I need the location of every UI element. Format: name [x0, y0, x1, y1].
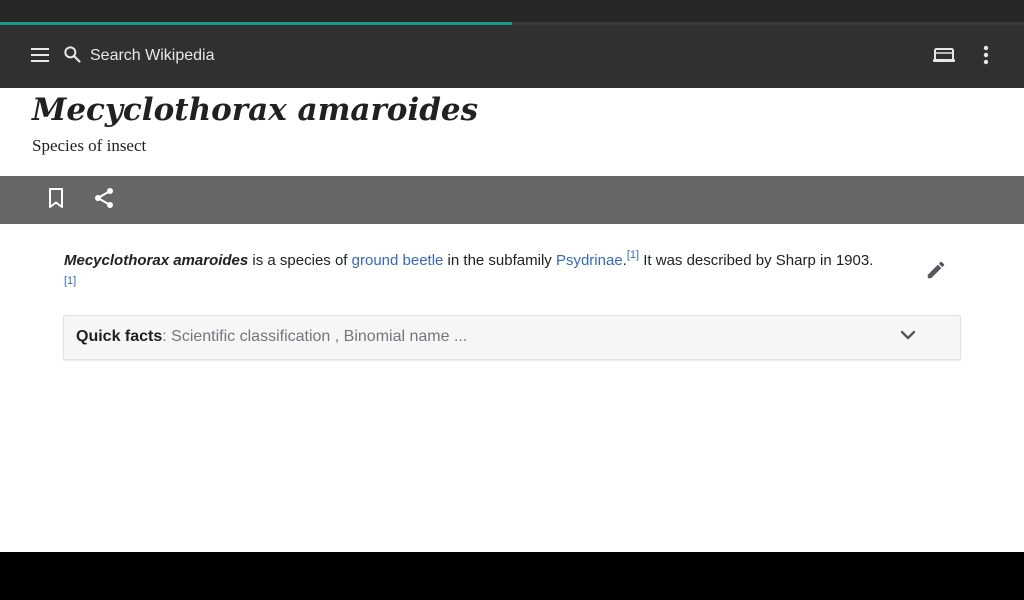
expand-button[interactable]	[896, 324, 920, 348]
tabs-button[interactable]	[928, 41, 960, 73]
more-options-button[interactable]	[970, 41, 1002, 73]
article-subject: Mecyclothorax amaroides	[64, 252, 249, 269]
search-input[interactable]: Search Wikipedia	[62, 39, 215, 73]
quick-facts-separator: :	[162, 328, 172, 345]
reference-link[interactable]: [1]	[64, 275, 76, 287]
lead-text: It was described by Sharp in 1903.	[639, 252, 874, 269]
menu-button[interactable]	[24, 41, 56, 73]
chevron-down-icon	[900, 327, 916, 345]
navigation-bar	[0, 552, 1024, 600]
search-icon	[62, 44, 82, 69]
reference-link[interactable]: [1]	[627, 249, 639, 261]
save-button[interactable]	[40, 184, 72, 216]
tabs-icon	[932, 45, 956, 70]
search-placeholder: Search Wikipedia	[90, 47, 215, 64]
quick-facts-header: Quick facts: Scientific classification ,…	[76, 328, 467, 346]
article-page: Mecyclothorax amaroides Species of insec…	[0, 88, 1024, 552]
quick-facts-summary: Scientific classification , Binomial nam…	[171, 328, 468, 345]
article-action-bar	[0, 176, 1024, 224]
share-button[interactable]	[88, 184, 120, 216]
quick-facts-collapsible[interactable]: Quick facts: Scientific classification ,…	[63, 315, 961, 360]
lead-text: in the subfamily	[443, 252, 556, 269]
link-psydrinae[interactable]: Psydrinae	[556, 252, 623, 269]
lead-text: is a species of	[248, 252, 352, 269]
article-lead-paragraph: Mecyclothorax amaroides is a species of …	[64, 248, 874, 300]
pencil-icon	[925, 259, 947, 286]
top-toolbar: Search Wikipedia	[0, 25, 1024, 88]
article-title: Mecyclothorax amaroides	[32, 92, 479, 128]
link-ground-beetle[interactable]: ground beetle	[352, 252, 444, 269]
status-bar	[0, 0, 1024, 24]
menu-icon	[30, 47, 50, 68]
article-description: Species of insect	[32, 136, 147, 155]
share-icon	[93, 187, 115, 214]
quick-facts-label: Quick facts	[76, 328, 163, 345]
bookmark-icon	[48, 187, 64, 213]
edit-section-button[interactable]	[920, 256, 952, 288]
more-vert-icon	[983, 45, 989, 70]
